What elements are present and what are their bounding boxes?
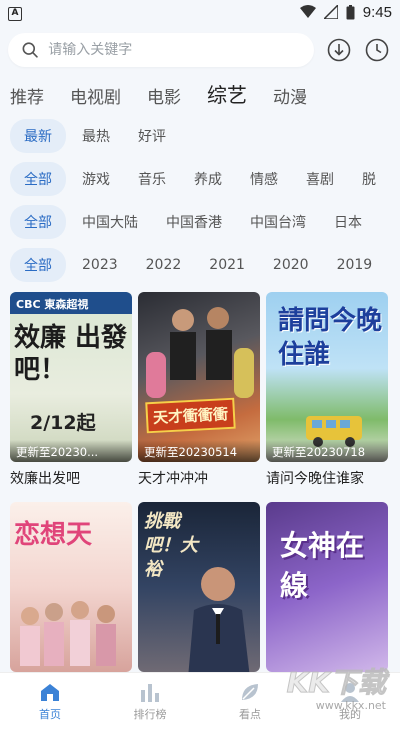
poster-title-text: 天才衝衝衝 xyxy=(145,397,236,434)
search-row xyxy=(0,24,400,70)
filter-chip[interactable]: 2020 xyxy=(273,250,309,280)
poster-date-text: 2/12起 xyxy=(30,412,96,434)
filter-row-year: 全部 2023 2022 2021 2020 2019 xyxy=(0,243,400,286)
filter-chip[interactable]: 中国台湾 xyxy=(250,205,306,239)
filter-chip[interactable]: 脱 xyxy=(362,162,376,196)
download-icon xyxy=(327,38,351,62)
filter-chip[interactable]: 全部 xyxy=(10,247,66,282)
filter-chip[interactable]: 中国大陆 xyxy=(82,205,138,239)
wifi-icon xyxy=(299,5,316,18)
poster-image: 挑戰吧！大裕 xyxy=(138,502,260,672)
tab-anime[interactable]: 动漫 xyxy=(273,83,307,114)
show-title: 请问今晚住谁家 xyxy=(266,471,364,487)
update-label: 更新至20230... xyxy=(10,440,132,462)
show-card[interactable]: 請問今晚住誰 更新至20230718 请问今晚住谁家 xyxy=(266,292,388,502)
filter-chip[interactable]: 全部 xyxy=(10,161,66,196)
home-icon xyxy=(41,683,59,701)
filter-chip[interactable]: 最热 xyxy=(82,119,110,153)
update-label: 更新至20230718 xyxy=(266,440,388,462)
poster-image: CBC 東森超視 效廉 出發吧！ 2/12起 更新至20230... xyxy=(10,292,132,462)
show-grid: CBC 東森超視 效廉 出發吧！ 2/12起 更新至20230... 效廉出发吧… xyxy=(0,286,400,672)
signal-icon xyxy=(323,5,338,19)
status-bar: A 9:45 xyxy=(0,0,400,24)
show-title: 效廉出发吧 xyxy=(10,471,80,487)
filter-chip[interactable]: 2021 xyxy=(209,250,245,280)
host-portrait xyxy=(188,567,250,672)
nav-label: 首页 xyxy=(39,707,61,721)
filter-chip[interactable]: 最新 xyxy=(10,118,66,153)
clock-time: 9:45 xyxy=(362,3,392,21)
app-notification-icon: A xyxy=(8,7,22,21)
filter-chip[interactable]: 喜剧 xyxy=(306,162,334,196)
filter-chip[interactable]: 2023 xyxy=(82,250,118,280)
show-card[interactable]: 女神在線 xyxy=(266,502,388,672)
battery-icon xyxy=(346,4,355,19)
poster-title-text: 恋想天 xyxy=(14,520,93,550)
search-input[interactable] xyxy=(48,42,300,58)
filter-row-genre: 全部 游戏 音乐 养成 情感 喜剧 脱 xyxy=(0,157,400,200)
poster-image: 女神在線 xyxy=(266,502,388,672)
nav-highlights[interactable]: 看点 xyxy=(200,673,300,730)
poster-image: 請問今晚住誰 更新至20230718 xyxy=(266,292,388,462)
poster-title-text: 效廉 出發吧！ xyxy=(14,323,128,385)
update-label: 更新至20230514 xyxy=(138,440,260,462)
show-card[interactable]: 天才衝衝衝 更新至20230514 天才冲冲冲 xyxy=(138,292,260,502)
filter-chip[interactable]: 日本 xyxy=(334,205,362,239)
search-box[interactable] xyxy=(8,33,314,67)
poster-image: 恋想天 xyxy=(10,502,132,672)
filter-chip[interactable]: 全部 xyxy=(10,204,66,239)
category-tabs: 推荐 电视剧 电影 综艺 动漫 xyxy=(0,70,400,114)
tab-recommend[interactable]: 推荐 xyxy=(10,83,44,114)
filter-chip[interactable]: 游戏 xyxy=(82,162,110,196)
watermark-logo: KK下载 xyxy=(286,666,386,700)
show-card[interactable]: CBC 東森超視 效廉 出發吧！ 2/12起 更新至20230... 效廉出发吧 xyxy=(10,292,132,502)
filter-chip[interactable]: 养成 xyxy=(194,162,222,196)
show-card[interactable]: 恋想天 xyxy=(10,502,132,672)
search-icon xyxy=(22,42,38,58)
poster-channel: CBC 東森超視 xyxy=(10,292,132,314)
filter-chip[interactable]: 2022 xyxy=(146,250,182,280)
show-title: 天才冲冲冲 xyxy=(138,471,208,487)
history-icon xyxy=(365,38,389,62)
filter-chip[interactable]: 中国香港 xyxy=(166,205,222,239)
watermark: KK下载 www.kkx.net xyxy=(286,661,386,713)
nav-ranking[interactable]: 排行榜 xyxy=(100,673,200,730)
filter-chip[interactable]: 音乐 xyxy=(138,162,166,196)
nav-label: 排行榜 xyxy=(133,707,167,721)
poster-image: 天才衝衝衝 更新至20230514 xyxy=(138,292,260,462)
leaf-icon xyxy=(242,683,258,700)
filter-chip[interactable]: 情感 xyxy=(250,162,278,196)
show-card[interactable]: 挑戰吧！大裕 xyxy=(138,502,260,672)
filter-row-sort: 最新 最热 好评 xyxy=(0,114,400,157)
tab-variety[interactable]: 综艺 xyxy=(207,79,247,114)
poster-title-text: 女神在線 xyxy=(280,529,365,602)
filter-chip[interactable]: 好评 xyxy=(138,119,166,153)
nav-home[interactable]: 首页 xyxy=(0,673,100,730)
bar-chart-icon xyxy=(141,683,159,702)
tab-tv-series[interactable]: 电视剧 xyxy=(70,83,121,114)
poster-title-text: 請問今晚住誰 xyxy=(278,306,383,370)
download-button[interactable] xyxy=(326,37,352,63)
filter-row-region: 全部 中国大陆 中国香港 中国台湾 日本 xyxy=(0,200,400,243)
history-button[interactable] xyxy=(364,37,390,63)
tab-movie[interactable]: 电影 xyxy=(147,83,181,114)
poster-art xyxy=(20,601,116,666)
filter-chip[interactable]: 2019 xyxy=(337,250,373,280)
nav-label: 看点 xyxy=(239,707,261,721)
poster-art xyxy=(146,307,254,398)
